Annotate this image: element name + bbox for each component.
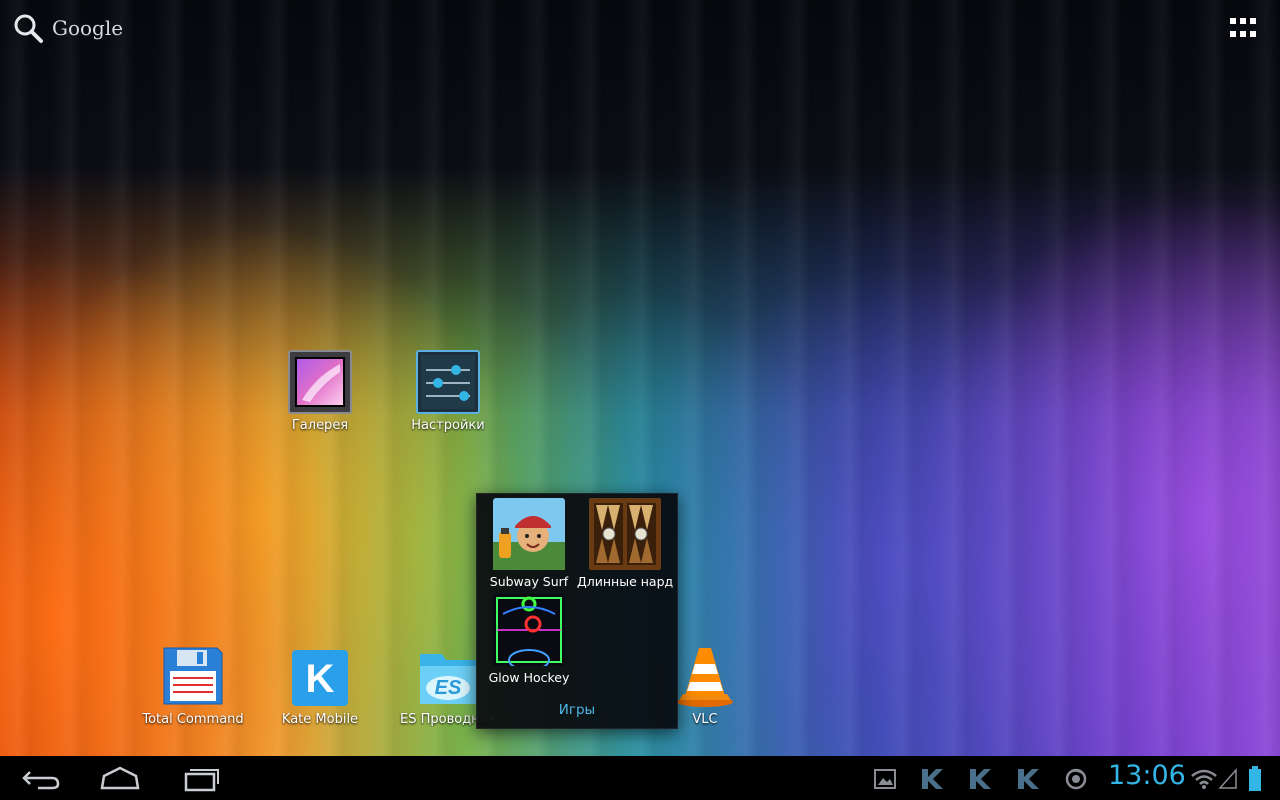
signal-icon (1218, 768, 1237, 789)
google-label: Google (52, 16, 124, 40)
top-bar: Google (0, 0, 1280, 56)
app-icon-gallery[interactable]: Галерея (265, 350, 375, 433)
clock[interactable]: 13:06 (1108, 760, 1186, 791)
folder-name-field[interactable]: Игры (477, 702, 677, 718)
folder-item-subway-surf[interactable]: Subway Surf (481, 498, 577, 589)
floppy-disk-icon (161, 644, 225, 708)
recent-apps-icon (184, 769, 219, 792)
home-icon (100, 766, 140, 790)
kate-k-icon[interactable] (918, 765, 946, 793)
app-icon-total-commander[interactable]: Total Command (138, 644, 248, 727)
vlc-cone-icon (673, 644, 737, 708)
folder-item-backgammon[interactable]: Длинные нарды (577, 498, 673, 589)
back-button[interactable] (12, 762, 72, 794)
app-label: Настройки (411, 418, 485, 433)
recent-apps-button[interactable] (170, 762, 230, 794)
battery-icon (1249, 766, 1261, 791)
app-label: Glow Hockey (488, 670, 570, 685)
svg-text:K: K (306, 657, 335, 701)
kate-k-icon: K (288, 644, 352, 708)
app-label: Длинные нарды (577, 574, 673, 589)
es-folder-icon: ES (416, 644, 480, 708)
svg-text:ES: ES (435, 677, 462, 699)
settings-icon (416, 350, 480, 414)
app-label: Галерея (291, 418, 349, 433)
gallery-icon (288, 350, 352, 414)
system-bar: 13:06 (0, 756, 1280, 800)
firefox-icon[interactable] (1064, 767, 1088, 791)
back-icon (22, 771, 60, 790)
kate-k-icon[interactable] (1014, 765, 1042, 793)
app-label: Subway Surf (489, 574, 569, 589)
app-label: Kate Mobile (281, 712, 359, 727)
subway-surf-icon (493, 498, 565, 570)
kate-k-icon[interactable] (966, 765, 994, 793)
app-icon-settings[interactable]: Настройки (393, 350, 503, 433)
all-apps-button[interactable] (1230, 18, 1256, 38)
wifi-icon (1191, 769, 1217, 789)
app-icon-kate-mobile[interactable]: K Kate Mobile (265, 644, 375, 727)
gallery-notification-icon[interactable] (874, 768, 896, 790)
home-button[interactable] (90, 762, 150, 794)
backgammon-board-icon (589, 498, 661, 570)
search-icon (14, 14, 43, 43)
folder-item-glow-hockey[interactable]: Glow Hockey (481, 594, 577, 685)
google-search-button[interactable]: Google (12, 12, 123, 44)
glow-hockey-icon (493, 594, 565, 671)
folder-popup-games: Subway Surf Длинные нарды Glow Hockey Иг… (476, 493, 678, 729)
app-label: Total Command (142, 712, 244, 727)
